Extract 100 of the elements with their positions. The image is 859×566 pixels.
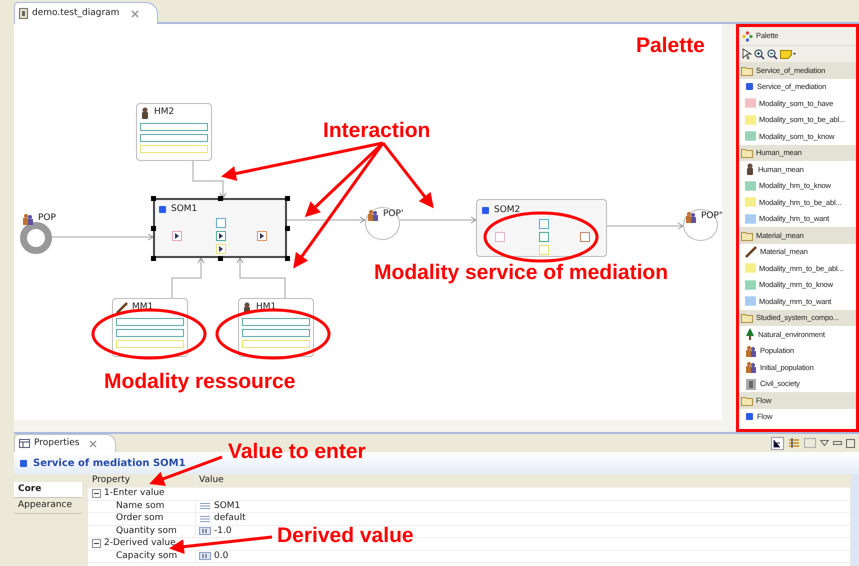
annotation-label: Modality ressource [104, 371, 296, 392]
selection-handle[interactable] [151, 256, 156, 261]
zoom-in-icon[interactable] [754, 48, 765, 60]
people-icon [22, 212, 34, 225]
number-icon [199, 552, 211, 560]
view-menu-icon[interactable] [820, 440, 829, 446]
selection-handle[interactable] [285, 226, 290, 231]
compartment[interactable] [116, 328, 184, 336]
selection-handle[interactable] [151, 196, 156, 201]
collapse-icon[interactable] [92, 539, 101, 548]
node-label: SOM1 [171, 203, 198, 216]
folder-icon [741, 147, 753, 158]
node-label: POP' [383, 208, 404, 221]
selection-handle[interactable] [285, 196, 290, 201]
port[interactable] [172, 231, 182, 241]
people-icon [367, 208, 379, 221]
people-icon [745, 361, 757, 374]
properties-tab[interactable]: Properties [14, 434, 116, 452]
zoom-out-icon[interactable] [767, 48, 778, 60]
brush-icon [116, 302, 128, 314]
node-label: POP [38, 212, 56, 225]
property-group-label: 1-Enter value [104, 487, 165, 500]
horizontal-scrollbar[interactable] [14, 420, 736, 432]
selection-handle[interactable] [151, 226, 156, 231]
annotation-label: Derived value [277, 525, 414, 546]
node-label: SOM2 [494, 204, 520, 217]
square-icon [745, 82, 754, 92]
node-label: HM2 [154, 106, 174, 119]
person-icon [140, 106, 150, 119]
annotation-label: Value to enter [228, 441, 366, 462]
port[interactable] [257, 231, 267, 241]
text-icon [199, 502, 211, 510]
building-icon [745, 378, 757, 390]
column-header[interactable]: Property [88, 474, 195, 488]
side-tab[interactable]: Appearance [14, 498, 82, 514]
annotation-label: Interaction [323, 120, 430, 141]
people-icon [685, 210, 697, 223]
square-icon [481, 206, 490, 216]
properties-title: Service of mediation SOM1 [33, 456, 186, 470]
vertical-scrollbar[interactable] [722, 24, 736, 420]
square-icon [19, 458, 28, 468]
node-box[interactable]: MM1 [112, 298, 188, 357]
node-label: MM1 [132, 301, 154, 314]
tree-icon [745, 328, 755, 340]
window-icon[interactable] [804, 437, 816, 449]
node-box[interactable] [153, 198, 287, 258]
property-group-label: 2-Derived value [104, 537, 176, 550]
close-icon[interactable] [89, 440, 98, 448]
annotation-label: Modality service of mediation [374, 262, 668, 283]
node-label: POP" [701, 210, 722, 223]
folder-icon [741, 230, 753, 241]
selection-handle[interactable] [218, 196, 223, 201]
node-box[interactable]: HM2 [136, 103, 212, 161]
editor-tab[interactable]: demo.test_diagram [14, 2, 158, 24]
text-icon [199, 514, 211, 523]
compartment[interactable] [116, 318, 184, 326]
palette-icon [742, 30, 753, 42]
tree-view-icon[interactable] [771, 436, 784, 450]
compartment[interactable] [242, 318, 310, 326]
property-name: Order som [116, 512, 164, 525]
connector[interactable] [192, 160, 226, 199]
pointer-icon[interactable] [742, 48, 752, 60]
filter-icon[interactable] [788, 437, 800, 449]
compartment[interactable] [242, 328, 310, 336]
folder-icon [741, 394, 753, 406]
selection-handle[interactable] [285, 256, 290, 261]
brush-icon [745, 246, 757, 258]
compartment[interactable] [140, 122, 208, 130]
folder-icon [741, 312, 753, 324]
connector[interactable] [236, 257, 286, 298]
file-icon [19, 8, 28, 19]
annotation-label: Palette [636, 35, 705, 56]
property-name: Quantity som [116, 524, 177, 538]
square-icon [158, 205, 167, 214]
folder-icon [741, 64, 753, 76]
property-name: Capacity som [116, 550, 178, 562]
person-icon [745, 163, 755, 176]
node-label: HM1 [256, 301, 276, 314]
number-icon [199, 527, 211, 536]
square-icon [745, 412, 754, 422]
connector[interactable] [172, 257, 204, 298]
minimize-icon[interactable] [833, 440, 842, 446]
column-header[interactable]: Value [195, 474, 299, 488]
node-box[interactable]: HM1 [238, 298, 314, 357]
collapse-icon[interactable] [92, 489, 101, 498]
vertical-scrollbar[interactable] [851, 474, 859, 566]
people-icon [745, 344, 757, 357]
property-value[interactable]: 0.0 [214, 550, 228, 563]
property-value[interactable]: -1.0 [214, 524, 232, 538]
port[interactable] [216, 231, 226, 241]
table-icon [19, 439, 30, 448]
property-value[interactable]: default [214, 512, 246, 526]
side-tab[interactable]: Core [14, 482, 82, 498]
close-icon[interactable] [131, 10, 140, 18]
selection-handle[interactable] [218, 256, 223, 261]
property-value[interactable]: SOM1 [214, 500, 240, 513]
person-icon [242, 302, 252, 314]
compartment[interactable] [140, 134, 208, 142]
property-name: Name som [116, 500, 164, 512]
maximize-icon[interactable] [846, 438, 855, 448]
